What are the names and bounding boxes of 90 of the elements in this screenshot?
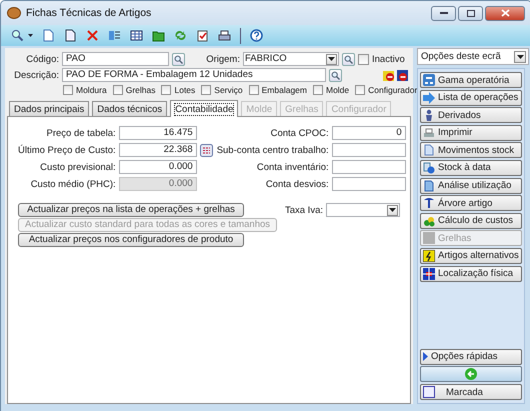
action-button[interactable]: Imprimir (420, 124, 522, 141)
origin-dropdown[interactable]: FABRICO (243, 52, 339, 66)
square-icon (423, 232, 435, 244)
close-icon (500, 9, 510, 17)
minimize-button[interactable] (431, 6, 456, 20)
action-button[interactable]: Análise utilização (420, 178, 522, 194)
maximize-button[interactable] (458, 6, 483, 20)
search-icon (344, 54, 353, 64)
field-label: Código: (25, 54, 59, 64)
map-icon (423, 268, 435, 280)
calculator-icon[interactable] (200, 144, 213, 156)
quick-options-button[interactable]: Opções rápidas (420, 348, 522, 365)
table-icon[interactable] (130, 29, 143, 42)
account-field[interactable] (332, 143, 406, 157)
search-icon[interactable] (11, 29, 24, 42)
marked-button[interactable]: Marcada (420, 384, 522, 400)
checkbox[interactable]: Grelhas (112, 84, 156, 94)
cross-icon[interactable] (86, 29, 99, 42)
search-icon (331, 70, 340, 80)
action-button[interactable]: Artigos alternativos (420, 248, 522, 264)
field-label: Custo médio (PHC): (30, 178, 116, 190)
field-label: Taxa Iva: (284, 204, 323, 216)
field-label: Sub-conta centro trabalho: (216, 144, 329, 156)
options-dropdown[interactable]: Opções deste ecrã (417, 48, 529, 65)
action-button[interactable]: Árvore artigo (420, 195, 522, 212)
checkbox[interactable]: Inactivo (358, 54, 405, 64)
caret-icon (389, 208, 396, 212)
checkbox[interactable]: Moldura (63, 84, 107, 94)
action-button[interactable]: Derivados (420, 107, 522, 124)
tab[interactable]: Dados principais (9, 101, 90, 116)
maximize-icon (466, 10, 474, 16)
network-icon (423, 74, 435, 86)
price-field[interactable]: 22.368 (118, 143, 197, 157)
checkbox-icon (423, 386, 435, 398)
caret-icon (328, 57, 335, 61)
search-button[interactable] (329, 68, 342, 82)
field-label: Conta desvios: (264, 178, 329, 190)
tree-icon (423, 197, 435, 210)
tab[interactable]: Contabilidade (170, 100, 238, 117)
printer-icon (423, 126, 435, 139)
field-label: Conta inventário: (256, 162, 329, 172)
update-button[interactable]: Actualizar preços nos configuradores de produto (18, 233, 244, 247)
close-button[interactable] (485, 6, 525, 20)
action-button[interactable]: Lista de operações (420, 90, 522, 106)
checkbox[interactable]: Configurador (355, 84, 418, 94)
triangle-icon (423, 352, 428, 362)
list-icon[interactable] (108, 29, 121, 42)
arrows-icon[interactable] (174, 29, 187, 42)
checkbox[interactable]: Embalagem (248, 84, 307, 94)
code-field[interactable]: PAO (62, 52, 169, 66)
action-button[interactable]: Movimentos stock (420, 142, 522, 158)
person-icon (423, 109, 435, 122)
action-button[interactable]: Cálculo de custos (420, 212, 522, 229)
help-icon[interactable] (250, 29, 263, 42)
checkbox[interactable]: Molde (312, 84, 350, 94)
vat-dropdown[interactable] (326, 203, 400, 217)
arrow-icon (465, 368, 477, 380)
field-label: Descrição: (13, 70, 59, 80)
minimize-icon (440, 12, 448, 14)
caret-icon (516, 54, 524, 58)
account-field[interactable]: 0 (332, 126, 406, 140)
account-field[interactable] (332, 177, 406, 191)
go-button[interactable] (420, 366, 522, 382)
description-field[interactable]: PAO DE FORMA - Embalagem 12 Unidades (62, 68, 326, 82)
field-label: Último Preço de Custo: (18, 144, 116, 156)
tab[interactable]: Dados técnicos (92, 101, 168, 116)
window-title: Fichas Técnicas de Artigos (26, 7, 152, 19)
price-field[interactable]: 0.000 (118, 160, 197, 174)
printer-icon[interactable] (218, 29, 231, 42)
caret-icon[interactable] (28, 34, 33, 37)
action-button[interactable]: Gama operatória (420, 72, 522, 88)
search-icon (174, 54, 183, 64)
action-button[interactable]: Localização física (420, 266, 522, 282)
warning-icon (423, 250, 435, 262)
field-label: Custo previsional: (39, 162, 116, 172)
account-field[interactable] (332, 160, 406, 174)
arrow-icon (423, 92, 435, 104)
app-icon (7, 7, 21, 19)
coins-icon (423, 214, 435, 227)
price-field[interactable]: 16.475 (118, 126, 197, 140)
checkbox[interactable]: Lotes (161, 84, 196, 94)
action-button[interactable]: Stock à data (420, 160, 522, 176)
search-button[interactable] (172, 52, 185, 66)
field-label: Conta CPOC: (270, 128, 329, 138)
checkbox[interactable]: Serviço (201, 84, 243, 94)
field-label: Origem: (205, 54, 240, 64)
search-button[interactable] (342, 52, 355, 66)
update-button[interactable]: Actualizar preços na lista de operações + grelhas (18, 203, 244, 217)
field-label: Preço de tabela: (46, 128, 116, 138)
checklist-icon[interactable] (196, 29, 209, 42)
